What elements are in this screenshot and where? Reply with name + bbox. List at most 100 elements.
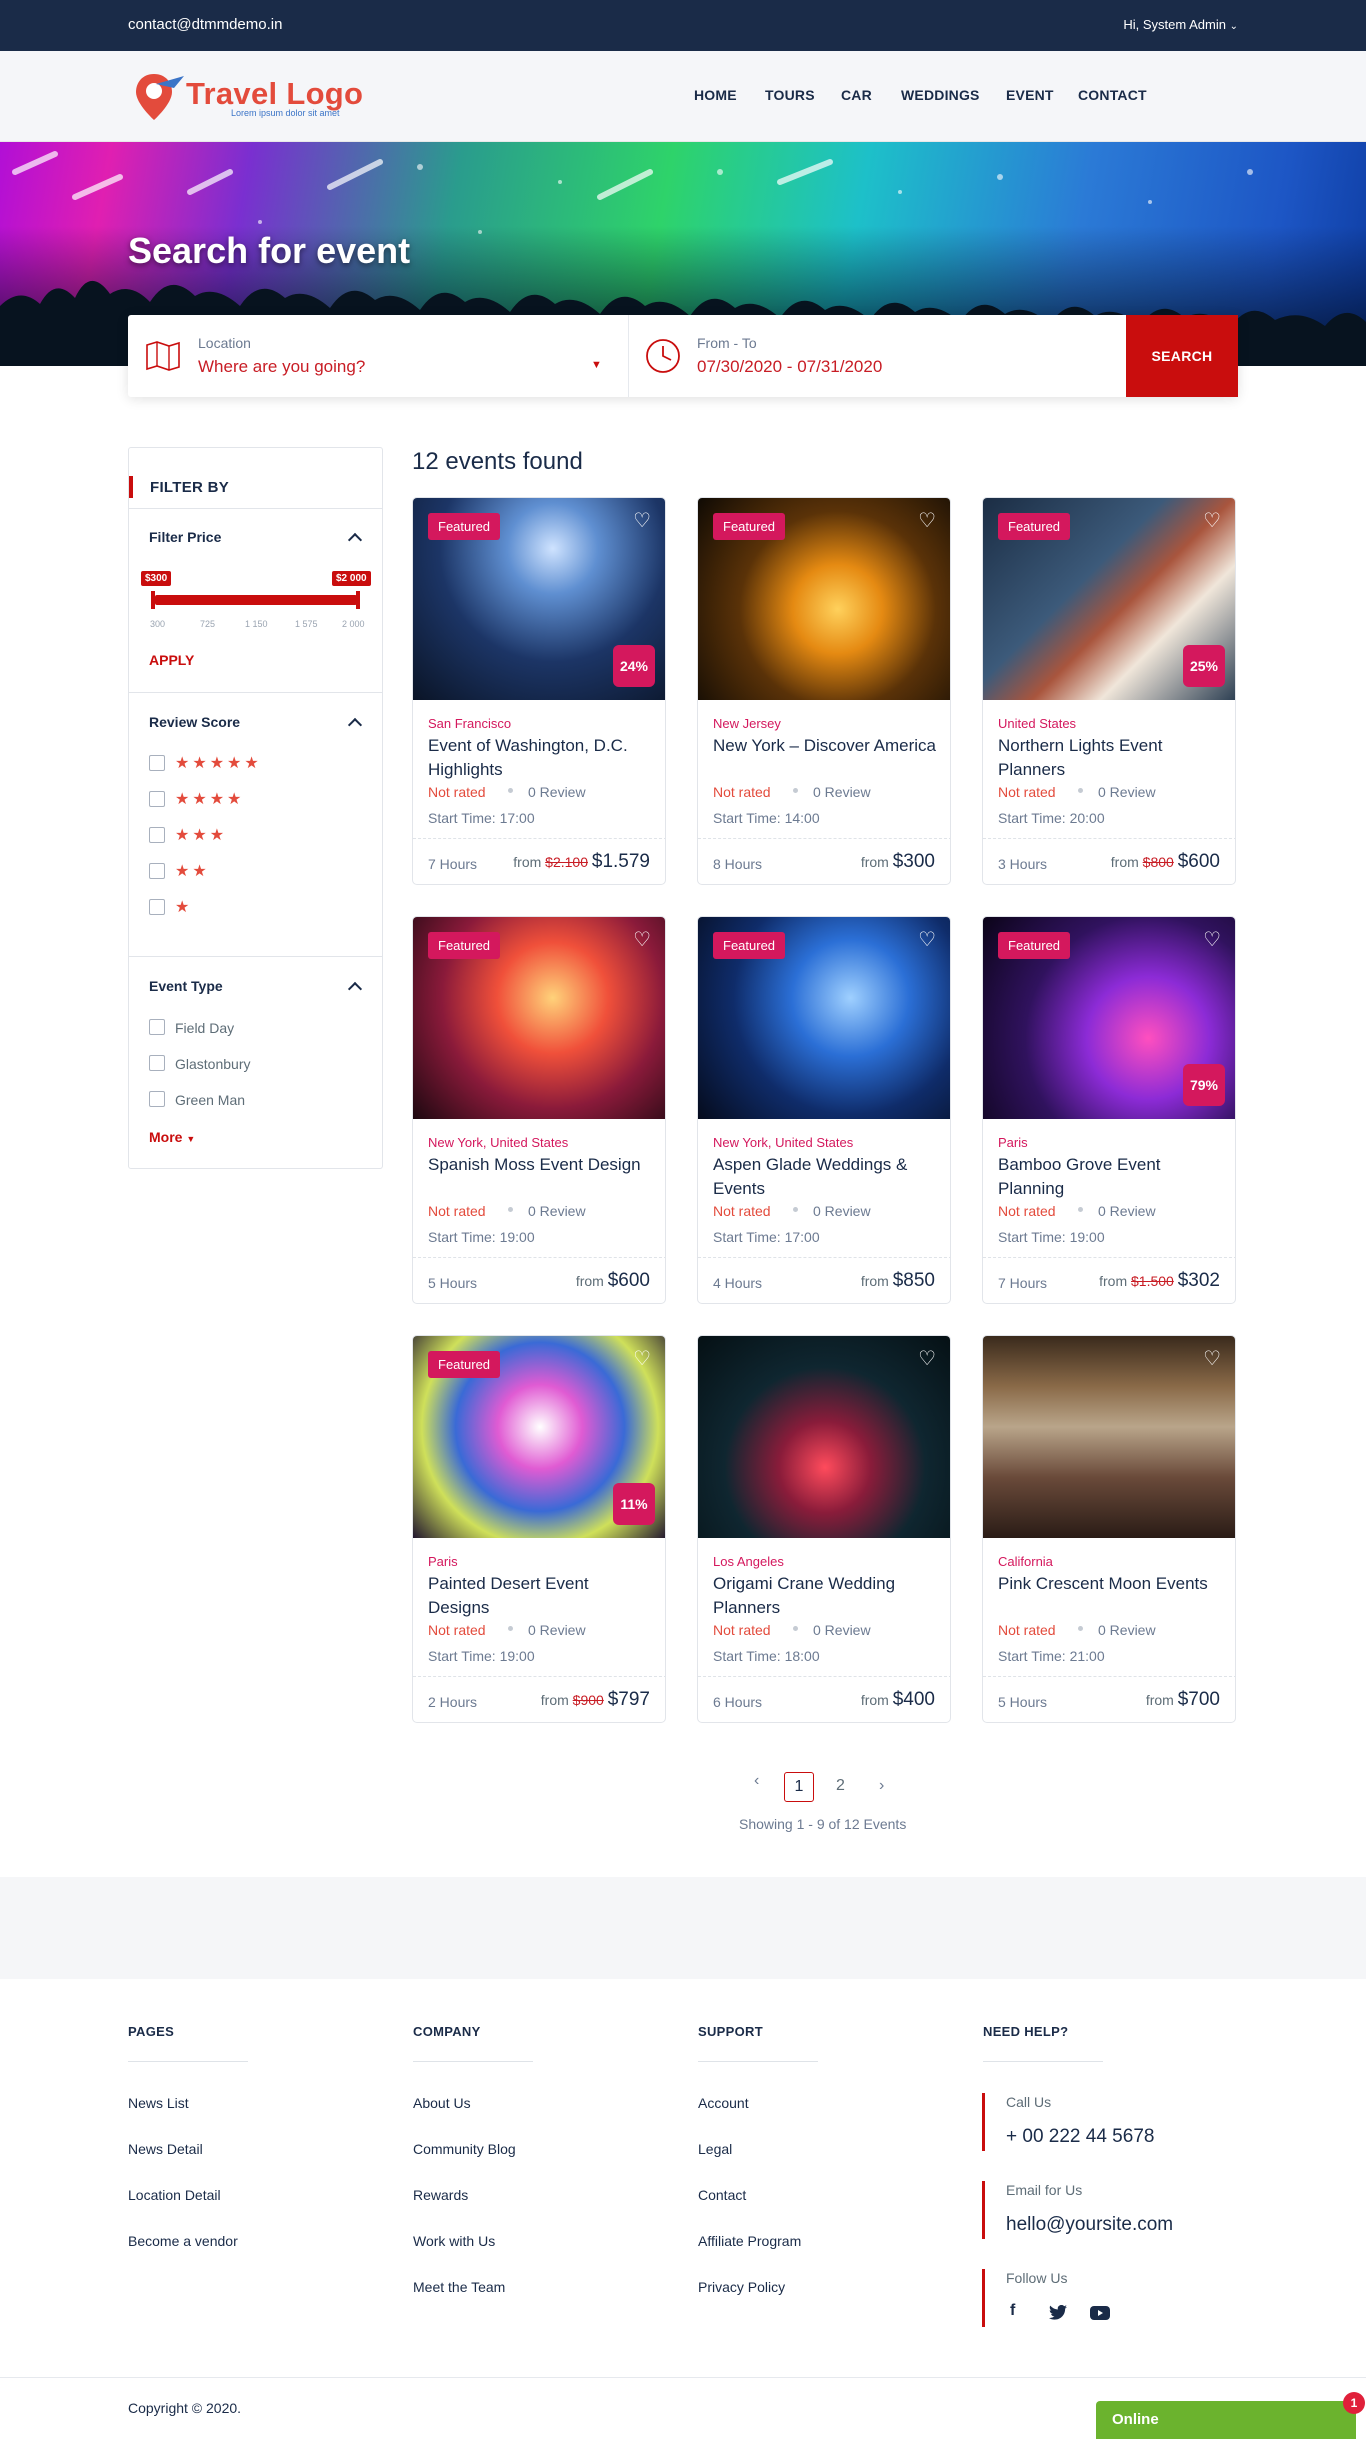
price-slider-handle-min[interactable] [151,591,155,609]
online-chat-button[interactable]: Online [1096,2401,1356,2439]
event-type-checkbox[interactable] [149,1019,165,1035]
youtube-icon[interactable] [1090,2306,1110,2320]
nav-car[interactable]: CAR [841,87,872,103]
event-location[interactable]: Paris [428,1554,458,1569]
footer-link[interactable]: News Detail [128,2141,203,2157]
event-card[interactable]: ♡ Los Angeles Origami Crane Wedding Planne… [697,1335,951,1723]
event-title[interactable]: Bamboo Grove Event Planning [998,1153,1223,1201]
event-price: from $1.500 $302 [1099,1270,1220,1292]
event-location[interactable]: San Francisco [428,716,511,731]
heart-icon[interactable]: ♡ [633,927,651,952]
event-title[interactable]: Origami Crane Wedding Planners [713,1572,938,1620]
nav-event[interactable]: EVENT [1006,87,1054,103]
event-card[interactable]: Featured ♡ New York, United States Spanish … [412,916,666,1304]
heart-icon[interactable]: ♡ [1203,1346,1221,1371]
nav-weddings[interactable]: WEDDINGS [901,87,980,103]
chevron-up-icon[interactable] [347,981,363,997]
pagination-page-2[interactable]: 2 [836,1777,845,1795]
price-from-label: from [513,854,542,870]
footer-link[interactable]: Contact [698,2187,746,2203]
support-email[interactable]: hello@yoursite.com [1006,2214,1173,2236]
pagination-next[interactable]: › [879,1777,884,1795]
footer-link[interactable]: Meet the Team [413,2279,505,2295]
nav-home[interactable]: HOME [694,87,737,103]
event-location[interactable]: United States [998,716,1076,731]
heart-icon[interactable]: ♡ [918,1346,936,1371]
event-image[interactable] [698,1336,950,1538]
footer-link[interactable]: Affiliate Program [698,2233,801,2249]
review-1-checkbox[interactable] [149,899,165,915]
review-3-checkbox[interactable] [149,827,165,843]
review-2-checkbox[interactable] [149,863,165,879]
chevron-up-icon[interactable] [347,717,363,733]
event-image[interactable] [983,1336,1235,1538]
event-title[interactable]: Painted Desert Event Designs [428,1572,653,1620]
search-button[interactable]: SEARCH [1126,315,1238,397]
copyright: Copyright © 2020. [128,2400,242,2416]
event-card[interactable]: Featured ♡ New Jersey New York – Discover A… [697,497,951,885]
event-title[interactable]: Spanish Moss Event Design [428,1153,653,1177]
price-slider-handle-max[interactable] [356,591,360,609]
event-location[interactable]: New York, United States [428,1135,568,1150]
footer-link[interactable]: Rewards [413,2187,468,2203]
event-title[interactable]: New York – Discover America [713,734,938,758]
event-card[interactable]: ♡ California Pink Crescent Moon Events Not … [982,1335,1236,1723]
footer-link[interactable]: Location Detail [128,2187,221,2203]
event-location[interactable]: Paris [998,1135,1028,1150]
heart-icon[interactable]: ♡ [1203,508,1221,533]
nav-tours[interactable]: TOURS [765,87,815,103]
logo-text[interactable]: Travel Logo [186,76,363,112]
price-slider-track[interactable] [155,595,357,605]
event-title[interactable]: Aspen Glade Weddings & Events [713,1153,938,1201]
heart-icon[interactable]: ♡ [633,508,651,533]
nav-contact[interactable]: CONTACT [1078,87,1147,103]
heart-icon[interactable]: ♡ [633,1346,651,1371]
separator-dot [1078,1207,1083,1212]
twitter-icon[interactable] [1049,2305,1067,2320]
caret-down-icon[interactable]: ▼ [591,359,602,371]
pagination-page-1[interactable]: 1 [784,1772,814,1802]
footer-link[interactable]: Work with Us [413,2233,495,2249]
review-5-checkbox[interactable] [149,755,165,771]
footer-link[interactable]: About Us [413,2095,471,2111]
event-title[interactable]: Event of Washington, D.C. Highlights [428,734,653,782]
footer-link[interactable]: Become a vendor [128,2233,238,2249]
event-location[interactable]: California [998,1554,1053,1569]
apply-price-button[interactable]: APPLY [149,652,194,668]
heart-icon[interactable]: ♡ [1203,927,1221,952]
heart-icon[interactable]: ♡ [918,927,936,952]
more-event-types-link[interactable]: More ▼ [149,1129,195,1145]
facebook-icon[interactable]: f [1010,2302,1015,2320]
footer-link[interactable]: News List [128,2095,189,2111]
current-price: $300 [892,851,935,872]
event-type-checkbox[interactable] [149,1055,165,1071]
event-title[interactable]: Northern Lights Event Planners [998,734,1223,782]
heart-icon[interactable]: ♡ [918,508,936,533]
event-location[interactable]: New Jersey [713,716,781,731]
event-card[interactable]: Featured ♡ 25% United States Northern Lights… [982,497,1236,885]
review-4-checkbox[interactable] [149,791,165,807]
event-card[interactable]: Featured ♡ 11% Paris Painted Desert Event De… [412,1335,666,1723]
event-location[interactable]: Los Angeles [713,1554,784,1569]
footer-link[interactable]: Legal [698,2141,732,2157]
event-card[interactable]: Featured ♡ New York, United States Aspen Gl… [697,916,951,1304]
footer-link[interactable]: Account [698,2095,749,2111]
phone-number[interactable]: + 00 222 44 5678 [1006,2126,1154,2148]
start-time: Start Time: 19:00 [428,1229,535,1245]
event-type-checkbox[interactable] [149,1091,165,1107]
event-location[interactable]: New York, United States [713,1135,853,1150]
event-title[interactable]: Pink Crescent Moon Events [998,1572,1223,1596]
date-range-input[interactable]: 07/30/2020 - 07/31/2020 [697,357,882,377]
event-card[interactable]: Featured ♡ 79% Paris Bamboo Grove Event Plan… [982,916,1236,1304]
footer-link[interactable]: Privacy Policy [698,2279,785,2295]
location-input[interactable]: Where are you going? [198,357,365,377]
contact-email-link[interactable]: contact@dtmmdemo.in [128,16,282,33]
rating-status: Not rated [428,1622,486,1638]
event-card[interactable]: Featured ♡ 24% San Francisco Event of Washin… [412,497,666,885]
pagination-prev[interactable]: ‹ [754,1772,759,1790]
footer-link[interactable]: Community Blog [413,2141,516,2157]
user-menu[interactable]: Hi, System Admin ⌄ [1123,17,1238,32]
logo-pin-icon[interactable] [134,68,186,124]
chevron-up-icon[interactable] [347,532,363,548]
featured-badge: Featured [428,932,501,959]
